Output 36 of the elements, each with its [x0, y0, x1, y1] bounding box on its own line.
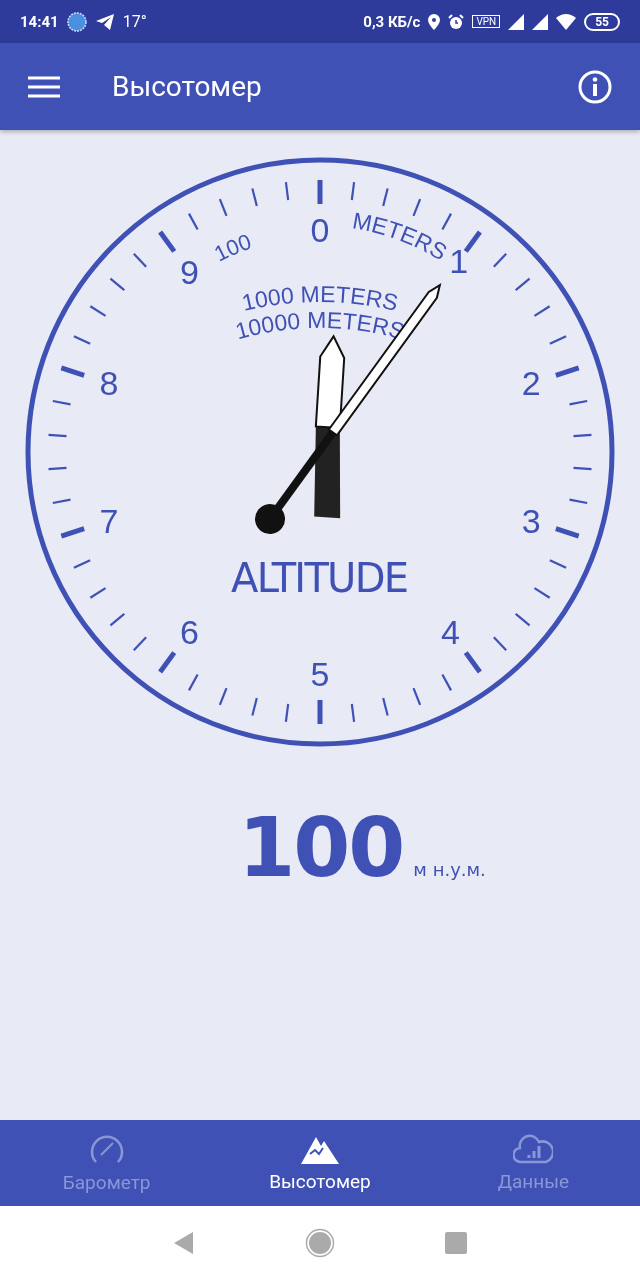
menu-icon[interactable]: [28, 75, 60, 98]
battery-indicator: 55: [584, 12, 620, 31]
nav-tab[interactable]: Данные: [426, 1120, 640, 1206]
info-icon[interactable]: [578, 69, 612, 104]
dial-numeral: 4: [441, 612, 460, 651]
alarm-icon: [448, 13, 465, 30]
signal-icon: [532, 13, 549, 30]
home-icon[interactable]: [305, 1228, 335, 1258]
network-speed: 0,3 КБ/с: [363, 12, 421, 31]
dial-numeral: 6: [180, 612, 199, 651]
screen-title: Высотомер: [112, 70, 262, 103]
wifi-icon: [556, 13, 577, 30]
paper-plane-icon: [94, 12, 115, 31]
nav-tab[interactable]: Высотомер: [213, 1120, 427, 1206]
back-icon[interactable]: [173, 1231, 195, 1255]
dial-numeral: 3: [521, 501, 541, 540]
signal-icon: [508, 13, 525, 30]
recents-icon[interactable]: [445, 1232, 467, 1254]
dial-numeral: 8: [99, 364, 119, 403]
vpn-badge: VPN: [472, 15, 501, 28]
clock: 14:41: [20, 12, 59, 31]
dial-numeral: 0: [310, 211, 330, 249]
dial-numeral: 9: [180, 253, 199, 292]
dial-numeral: 7: [99, 501, 119, 540]
dial-caption: ALTITUDE: [231, 555, 409, 601]
altitude-unit: м н.у.м.: [413, 859, 486, 880]
dial-numeral: 5: [310, 655, 330, 693]
globe-icon: [66, 11, 87, 32]
dial-numeral: 2: [521, 364, 541, 403]
location-icon: [428, 13, 441, 30]
dial-numeral: 1: [449, 242, 469, 281]
cloud-chart-icon: [513, 1133, 554, 1164]
altitude-value: 100: [238, 800, 404, 895]
nav-tab[interactable]: Барометр: [0, 1120, 214, 1206]
temperature: 17°: [122, 12, 147, 31]
scale-label: 100: [210, 228, 255, 267]
